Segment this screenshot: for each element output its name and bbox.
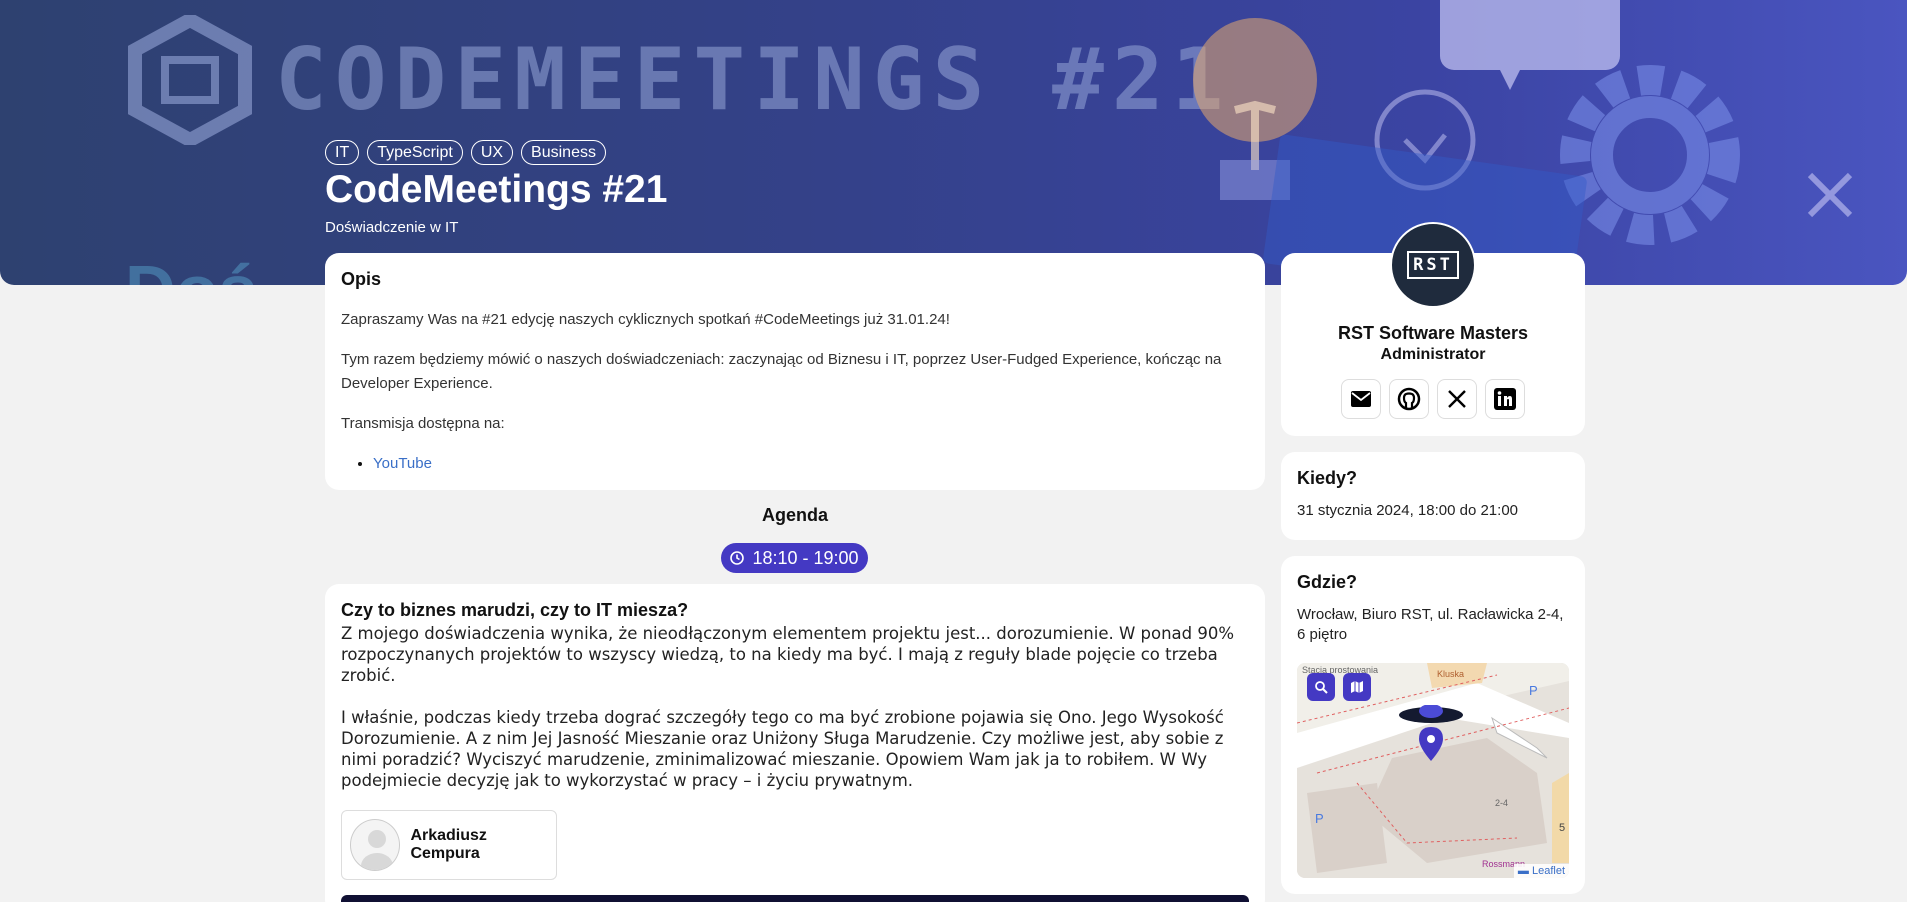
tag-typescript[interactable]: TypeScript [367, 140, 463, 165]
organizer-name: RST Software Masters [1337, 323, 1529, 343]
open-map-button[interactable] [1343, 673, 1371, 701]
talk-paragraph-1: Z mojego doświadczenia wynika, że nieodł… [341, 624, 1235, 685]
description-heading: Opis [341, 269, 382, 289]
linkedin-icon [1494, 388, 1516, 410]
event-title: CodeMeetings #21 [325, 168, 668, 211]
x-twitter-icon [1448, 390, 1466, 408]
social-links [1341, 379, 1525, 419]
agenda-time-badge: 18:10 - 19:00 [721, 543, 868, 573]
close-x-decor-icon [1807, 172, 1853, 218]
organizer-logo: RST [1390, 222, 1476, 308]
zoom-button[interactable] [1307, 673, 1335, 701]
location-map[interactable]: Stacja prostowania Kluska Rossmann 2-4 P… [1297, 663, 1569, 878]
agenda-time: 18:10 - 19:00 [752, 547, 859, 568]
where-heading: Gdzie? [1297, 572, 1358, 592]
map-marker-icon [1399, 705, 1463, 761]
hero-banner-text: CODEMEETINGS #21 [275, 30, 1232, 130]
map-tiles: Stacja prostowania Kluska Rossmann 2-4 P… [1297, 663, 1569, 878]
user-placeholder-icon [361, 830, 393, 870]
email-button[interactable] [1341, 379, 1381, 419]
when-value: 31 stycznia 2024, 18:00 do 21:00 [1297, 502, 1519, 519]
where-value: Wrocław, Biuro RST, ul. Racławicka 2-4, … [1297, 606, 1564, 643]
hero-banner: CODEMEETINGS #21 Doś IT TypeScript UX Bu… [0, 0, 1907, 285]
map-label-parking-2: P [1315, 811, 1324, 826]
map-icon [1351, 681, 1363, 693]
mail-icon [1351, 391, 1371, 407]
stream-link-list: YouTube [373, 452, 1249, 476]
when-heading: Kiedy? [1297, 468, 1358, 488]
x-twitter-button[interactable] [1437, 379, 1477, 419]
agenda-heading: Agenda [761, 505, 828, 525]
talk-title: Czy to biznes marudzi, czy to IT miesza? [341, 600, 689, 620]
tag-ux[interactable]: UX [470, 140, 514, 165]
linkedin-button[interactable] [1485, 379, 1525, 419]
speaker-card[interactable]: Arkadiusz Cempura [341, 810, 557, 880]
map-label-kluska: Kluska [1437, 669, 1464, 679]
codemeetings-logo-icon [128, 15, 252, 145]
description-paragraph-3: Transmisja dostępna na: [341, 415, 505, 432]
talk-card: Czy to biznes marudzi, czy to IT miesza?… [325, 584, 1265, 902]
github-button[interactable] [1389, 379, 1429, 419]
organizer-role: Administrator [1380, 346, 1486, 363]
when-card: Kiedy? 31 stycznia 2024, 18:00 do 21:00 [1281, 452, 1585, 540]
tag-list: IT TypeScript UX Business [325, 140, 606, 165]
leaflet-attribution-text: Leaflet [1531, 865, 1565, 877]
speaker-name: Arkadiusz Cempura [410, 827, 487, 862]
organizer-logo-text: RST [1407, 251, 1459, 279]
talk-paragraph-2: I właśnie, podczas kiedy trzeba dograć s… [341, 708, 1224, 790]
avatar [350, 819, 401, 871]
leaflet-attribution[interactable]: ▬ Leaflet [1513, 864, 1569, 878]
list-item: YouTube [373, 452, 1249, 476]
description-paragraph-1: Zapraszamy Was na #21 edycję naszych cyk… [341, 311, 950, 328]
description-card: Opis Zapraszamy Was na #21 edycję naszyc… [325, 253, 1265, 490]
youtube-link[interactable]: YouTube [373, 455, 432, 472]
description-paragraph-2: Tym razem będziemy mówić o naszych doświ… [341, 351, 1222, 392]
tag-business[interactable]: Business [521, 140, 606, 165]
map-label-five: 5 [1559, 822, 1565, 834]
clock-icon [730, 551, 745, 565]
github-icon [1397, 387, 1421, 411]
organizer-card: RST RST Software Masters Administrator [1281, 222, 1585, 436]
map-label-parking: P [1529, 683, 1538, 698]
next-section-bar [341, 895, 1249, 902]
event-subtitle: Doświadczenie w IT [325, 219, 459, 236]
tag-it[interactable]: IT [325, 140, 360, 165]
hero-decor-text: Doś [125, 250, 257, 285]
magnifier-icon [1315, 681, 1328, 694]
map-label-number: 2-4 [1495, 798, 1508, 808]
where-card: Gdzie? Wrocław, Biuro RST, ul. Racławick… [1281, 556, 1585, 894]
